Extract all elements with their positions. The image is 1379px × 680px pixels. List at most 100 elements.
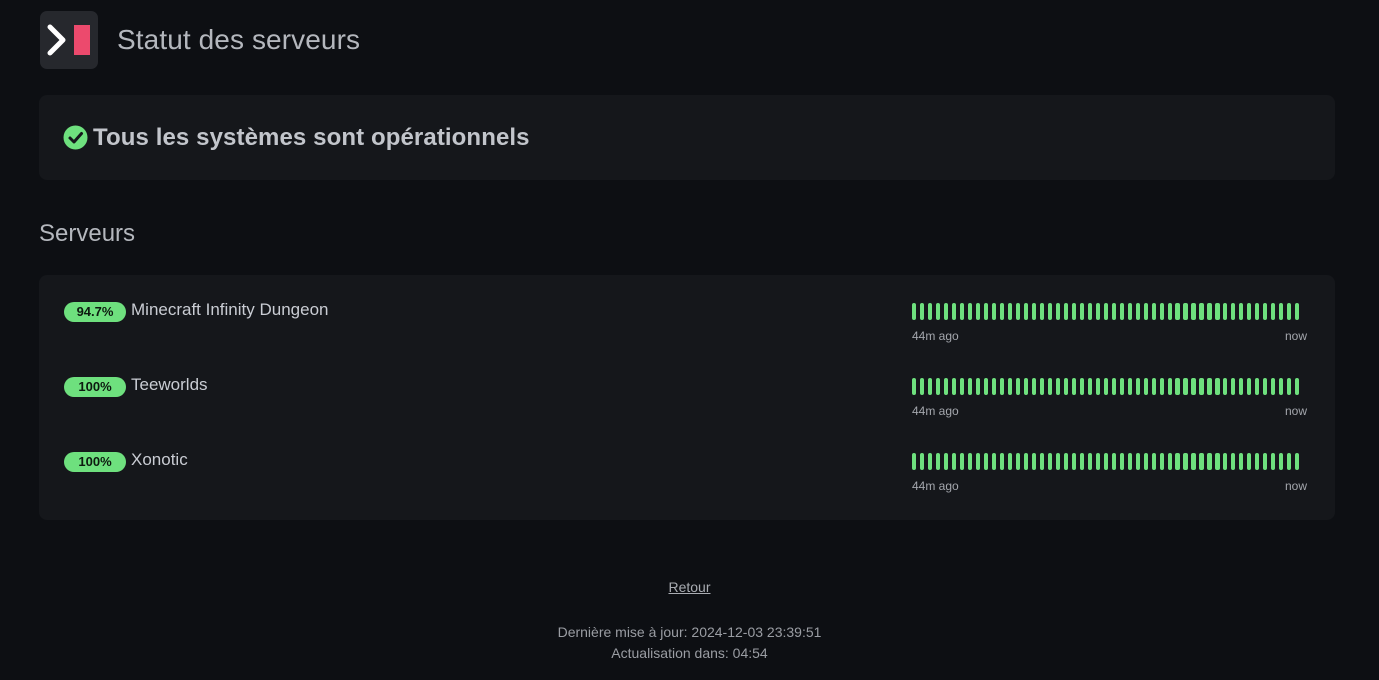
uptime-bar[interactable] — [1231, 378, 1236, 395]
uptime-bar[interactable] — [943, 378, 949, 395]
uptime-bar[interactable] — [1079, 378, 1084, 395]
uptime-bar[interactable] — [1111, 453, 1116, 470]
uptime-bar[interactable] — [1231, 303, 1236, 320]
uptime-bar[interactable] — [1287, 453, 1292, 470]
uptime-bar[interactable] — [1015, 453, 1020, 470]
uptime-bar[interactable] — [991, 303, 996, 320]
uptime-bar[interactable] — [1071, 453, 1076, 470]
uptime-bar[interactable] — [1095, 453, 1100, 470]
uptime-bar[interactable] — [1167, 378, 1172, 395]
uptime-bar[interactable] — [1175, 303, 1180, 320]
uptime-bar[interactable] — [1239, 303, 1244, 320]
uptime-bar[interactable] — [1247, 303, 1252, 320]
uptime-bar[interactable] — [983, 303, 988, 320]
uptime-bar[interactable] — [967, 453, 972, 470]
uptime-bar[interactable] — [1047, 378, 1052, 395]
uptime-bar[interactable] — [1119, 453, 1124, 470]
uptime-bar[interactable] — [1055, 303, 1060, 320]
uptime-bar[interactable] — [1159, 453, 1164, 470]
uptime-bar[interactable] — [1151, 303, 1156, 320]
uptime-bar[interactable] — [1239, 378, 1244, 395]
uptime-bar[interactable] — [1183, 378, 1188, 395]
uptime-bar[interactable] — [1287, 303, 1292, 320]
uptime-bar[interactable] — [1215, 303, 1220, 320]
uptime-bar[interactable] — [959, 378, 964, 395]
uptime-bar[interactable] — [1223, 303, 1228, 320]
uptime-bar[interactable] — [1127, 378, 1132, 395]
uptime-bar[interactable] — [1103, 453, 1108, 470]
uptime-bar[interactable] — [1159, 303, 1164, 320]
uptime-bar[interactable] — [919, 303, 925, 320]
uptime-bar[interactable] — [1119, 303, 1124, 320]
uptime-bar[interactable] — [959, 303, 964, 320]
uptime-bar[interactable] — [1247, 378, 1252, 395]
uptime-bar[interactable] — [1071, 303, 1076, 320]
uptime-bar[interactable] — [1087, 303, 1092, 320]
uptime-bar[interactable] — [1279, 303, 1284, 320]
uptime-bar[interactable] — [951, 378, 957, 395]
uptime-bar[interactable] — [1119, 378, 1124, 395]
uptime-bar[interactable] — [1295, 378, 1300, 395]
uptime-bar[interactable] — [975, 453, 980, 470]
uptime-bar[interactable] — [1271, 378, 1276, 395]
uptime-bar[interactable] — [1103, 378, 1108, 395]
uptime-bar[interactable] — [1279, 453, 1284, 470]
uptime-bar[interactable] — [1143, 303, 1148, 320]
uptime-bar[interactable] — [1263, 303, 1268, 320]
uptime-bar[interactable] — [1167, 453, 1172, 470]
uptime-bar[interactable] — [1095, 303, 1100, 320]
uptime-bar[interactable] — [991, 378, 996, 395]
uptime-bar[interactable] — [919, 378, 925, 395]
back-link[interactable]: Retour — [668, 579, 710, 595]
uptime-bar[interactable] — [1007, 453, 1012, 470]
uptime-bar[interactable] — [999, 303, 1004, 320]
uptime-bar[interactable] — [1103, 303, 1108, 320]
uptime-bar[interactable] — [1039, 453, 1044, 470]
uptime-bar[interactable] — [943, 303, 949, 320]
uptime-bar[interactable] — [1015, 378, 1020, 395]
uptime-bar[interactable] — [959, 453, 964, 470]
uptime-bar[interactable] — [1159, 378, 1164, 395]
uptime-bar[interactable] — [1039, 378, 1044, 395]
uptime-bar[interactable] — [1071, 378, 1076, 395]
uptime-bar[interactable] — [1279, 378, 1284, 395]
uptime-bar[interactable] — [975, 378, 980, 395]
uptime-bar[interactable] — [1063, 453, 1068, 470]
uptime-bar[interactable] — [1287, 378, 1292, 395]
uptime-bar[interactable] — [943, 453, 949, 470]
uptime-bar[interactable] — [927, 303, 933, 320]
uptime-bar[interactable] — [999, 378, 1004, 395]
uptime-bar[interactable] — [1087, 453, 1092, 470]
uptime-bar[interactable] — [919, 453, 925, 470]
uptime-bar[interactable] — [1255, 378, 1260, 395]
uptime-bar[interactable] — [1175, 453, 1180, 470]
uptime-bar[interactable] — [1063, 378, 1068, 395]
uptime-bar[interactable] — [1127, 453, 1132, 470]
uptime-bar[interactable] — [1223, 453, 1228, 470]
uptime-bar[interactable] — [927, 378, 933, 395]
uptime-bar[interactable] — [1191, 303, 1196, 320]
uptime-bar[interactable] — [1239, 453, 1244, 470]
uptime-bar[interactable] — [1135, 378, 1140, 395]
uptime-bar[interactable] — [1135, 453, 1140, 470]
uptime-bar[interactable] — [1207, 453, 1212, 470]
uptime-bar[interactable] — [1271, 453, 1276, 470]
uptime-bar[interactable] — [983, 378, 988, 395]
uptime-bar[interactable] — [1271, 303, 1276, 320]
uptime-bar[interactable] — [1127, 303, 1132, 320]
uptime-bar[interactable] — [1023, 378, 1028, 395]
uptime-bar[interactable] — [1175, 378, 1180, 395]
uptime-bar[interactable] — [975, 303, 980, 320]
uptime-bar[interactable] — [1255, 453, 1260, 470]
uptime-bar[interactable] — [1047, 303, 1052, 320]
uptime-bar[interactable] — [951, 303, 957, 320]
terminal-logo-icon[interactable] — [40, 11, 98, 69]
uptime-bar[interactable] — [1079, 303, 1084, 320]
uptime-bar[interactable] — [1135, 303, 1140, 320]
uptime-bar[interactable] — [1167, 303, 1172, 320]
uptime-bar[interactable] — [991, 453, 996, 470]
uptime-bar[interactable] — [1151, 378, 1156, 395]
uptime-bar[interactable] — [967, 378, 972, 395]
uptime-bar[interactable] — [1015, 303, 1020, 320]
uptime-bar[interactable] — [999, 453, 1004, 470]
